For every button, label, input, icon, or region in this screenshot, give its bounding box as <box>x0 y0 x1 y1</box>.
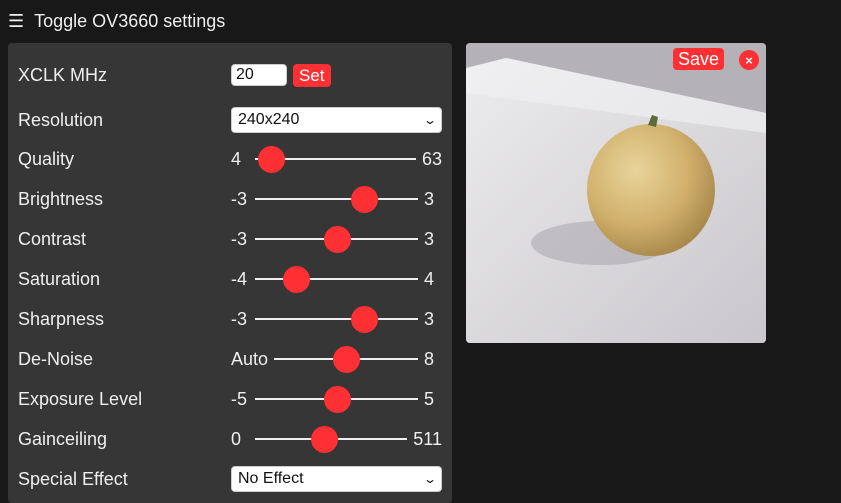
saturation-max: 4 <box>424 268 435 289</box>
chevron-down-icon: ⌄ <box>422 113 438 127</box>
slider-thumb[interactable] <box>333 346 361 373</box>
quality-min: 4 <box>231 148 242 169</box>
gainceiling-label: Gainceiling <box>18 428 108 449</box>
brightness-label: Brightness <box>18 188 104 209</box>
xclk-input[interactable] <box>231 64 287 86</box>
contrast-max: 3 <box>424 228 435 249</box>
settings-toggle-label[interactable]: Toggle OV3660 settings <box>34 11 225 32</box>
gainceiling-row: Gainceiling 0 511 <box>18 422 442 456</box>
saturation-min: -4 <box>231 268 248 289</box>
denoise-max: 8 <box>424 348 435 369</box>
slider-track <box>255 278 418 280</box>
gainceiling-slider[interactable] <box>255 426 408 453</box>
slider-thumb[interactable] <box>282 266 310 293</box>
hamburger-icon[interactable]: ☰ <box>8 12 24 30</box>
slider-thumb[interactable] <box>323 386 351 413</box>
brightness-min: -3 <box>231 188 248 209</box>
exposure-label: Exposure Level <box>18 388 143 409</box>
save-button[interactable]: Save <box>673 48 725 70</box>
brightness-slider[interactable] <box>255 186 418 213</box>
saturation-label: Saturation <box>18 268 101 289</box>
special-effect-row: Special Effect No Effect ⌄ <box>18 462 442 496</box>
settings-toggle[interactable]: ☰ Toggle OV3660 settings <box>8 8 225 34</box>
slider-track <box>255 198 418 200</box>
slider-thumb[interactable] <box>350 186 378 213</box>
sharpness-slider[interactable] <box>255 306 418 333</box>
gainceiling-min: 0 <box>231 428 242 449</box>
slider-thumb[interactable] <box>323 226 351 253</box>
xclk-label: XCLK MHz <box>18 64 108 85</box>
resolution-label: Resolution <box>18 109 104 130</box>
xclk-row: XCLK MHz Set <box>18 58 442 92</box>
denoise-row: De-Noise Auto 8 <box>18 342 442 376</box>
brightness-row: Brightness -3 3 <box>18 182 442 216</box>
resolution-select[interactable]: 240x240 ⌄ <box>231 107 442 133</box>
special-effect-selected-value: No Effect <box>238 470 304 487</box>
slider-thumb[interactable] <box>258 146 286 173</box>
sharpness-max: 3 <box>424 308 435 329</box>
slider-thumb[interactable] <box>350 306 378 333</box>
denoise-slider[interactable] <box>274 346 418 373</box>
special-effect-select[interactable]: No Effect ⌄ <box>231 466 442 492</box>
quality-label: Quality <box>18 148 75 169</box>
chevron-down-icon: ⌄ <box>422 472 438 486</box>
sharpness-min: -3 <box>231 308 248 329</box>
exposure-row: Exposure Level -5 5 <box>18 382 442 416</box>
saturation-slider[interactable] <box>255 266 418 293</box>
exposure-max: 5 <box>424 388 435 409</box>
exposure-min: -5 <box>231 388 248 409</box>
xclk-set-button[interactable]: Set <box>293 63 331 87</box>
settings-panel: XCLK MHz Set Resolution 240x240 ⌄ Qualit… <box>8 43 452 503</box>
sharpness-label: Sharpness <box>18 308 105 329</box>
contrast-row: Contrast -3 3 <box>18 222 442 256</box>
quality-slider[interactable] <box>255 146 416 173</box>
close-icon[interactable]: × <box>739 50 759 70</box>
quality-max: 63 <box>421 148 442 169</box>
gainceiling-max: 511 <box>413 428 442 449</box>
sharpness-row: Sharpness -3 3 <box>18 302 442 336</box>
camera-preview: Save × <box>466 43 766 343</box>
slider-track <box>255 318 418 320</box>
slider-thumb[interactable] <box>310 426 338 453</box>
still-image <box>466 43 766 343</box>
brightness-max: 3 <box>424 188 435 209</box>
contrast-min: -3 <box>231 228 248 249</box>
denoise-min: Auto <box>231 348 269 369</box>
quality-row: Quality 4 63 <box>18 142 442 176</box>
contrast-label: Contrast <box>18 228 87 249</box>
contrast-slider[interactable] <box>255 226 418 253</box>
exposure-slider[interactable] <box>255 386 418 413</box>
saturation-row: Saturation -4 4 <box>18 262 442 296</box>
resolution-row: Resolution 240x240 ⌄ <box>18 103 442 137</box>
resolution-selected-value: 240x240 <box>238 111 300 128</box>
denoise-label: De-Noise <box>18 348 94 369</box>
special-effect-label: Special Effect <box>18 468 128 489</box>
